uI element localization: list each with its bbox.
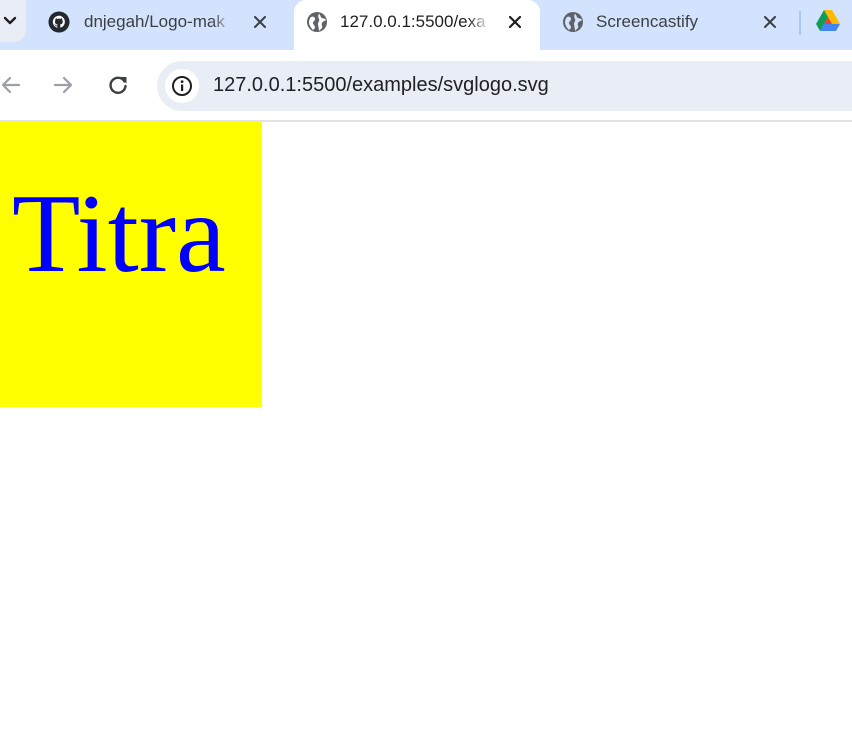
site-info-button[interactable] (165, 69, 199, 103)
reload-button[interactable] (103, 70, 133, 100)
tab-title: Screencastify (596, 12, 699, 31)
tab-separator (799, 11, 801, 35)
arrow-left-icon (1, 76, 21, 94)
page-content: Titra (0, 122, 852, 740)
tab-strip: dnjegah/Logo-mak 127.0.0.1:5500/exa Scre… (0, 0, 852, 52)
close-icon (509, 16, 521, 28)
tab-title: dnjegah/Logo-mak (84, 12, 225, 31)
close-tab-button[interactable] (760, 12, 780, 32)
tab-github[interactable]: dnjegah/Logo-mak (48, 0, 284, 44)
svg-logo: Titra (0, 122, 262, 407)
tab-title: 127.0.0.1:5500/exa (340, 12, 486, 31)
info-icon (172, 76, 192, 96)
close-icon (254, 16, 266, 28)
back-button[interactable] (0, 70, 26, 100)
browser-toolbar: 127.0.0.1:5500/examples/svglogo.svg (0, 50, 852, 122)
url-text[interactable]: 127.0.0.1:5500/examples/svglogo.svg (213, 74, 549, 97)
google-drive-icon[interactable] (816, 10, 840, 32)
tab-search-button[interactable] (0, 0, 26, 42)
chevron-down-icon (3, 16, 17, 25)
github-icon (48, 11, 70, 33)
globe-icon (306, 11, 328, 33)
tab-screencastify[interactable]: Screencastify (562, 0, 792, 44)
close-tab-button[interactable] (505, 12, 525, 32)
close-icon (764, 16, 776, 28)
reload-icon (109, 76, 127, 94)
globe-icon (562, 11, 584, 33)
logo-text: Titra (12, 172, 226, 296)
tab-localhost[interactable]: 127.0.0.1:5500/exa (306, 0, 536, 44)
arrow-right-icon (53, 76, 73, 94)
close-tab-button[interactable] (250, 12, 270, 32)
tab-active[interactable]: 127.0.0.1:5500/exa (294, 0, 540, 52)
forward-button[interactable] (48, 70, 78, 100)
address-bar[interactable]: 127.0.0.1:5500/examples/svglogo.svg (157, 61, 852, 111)
